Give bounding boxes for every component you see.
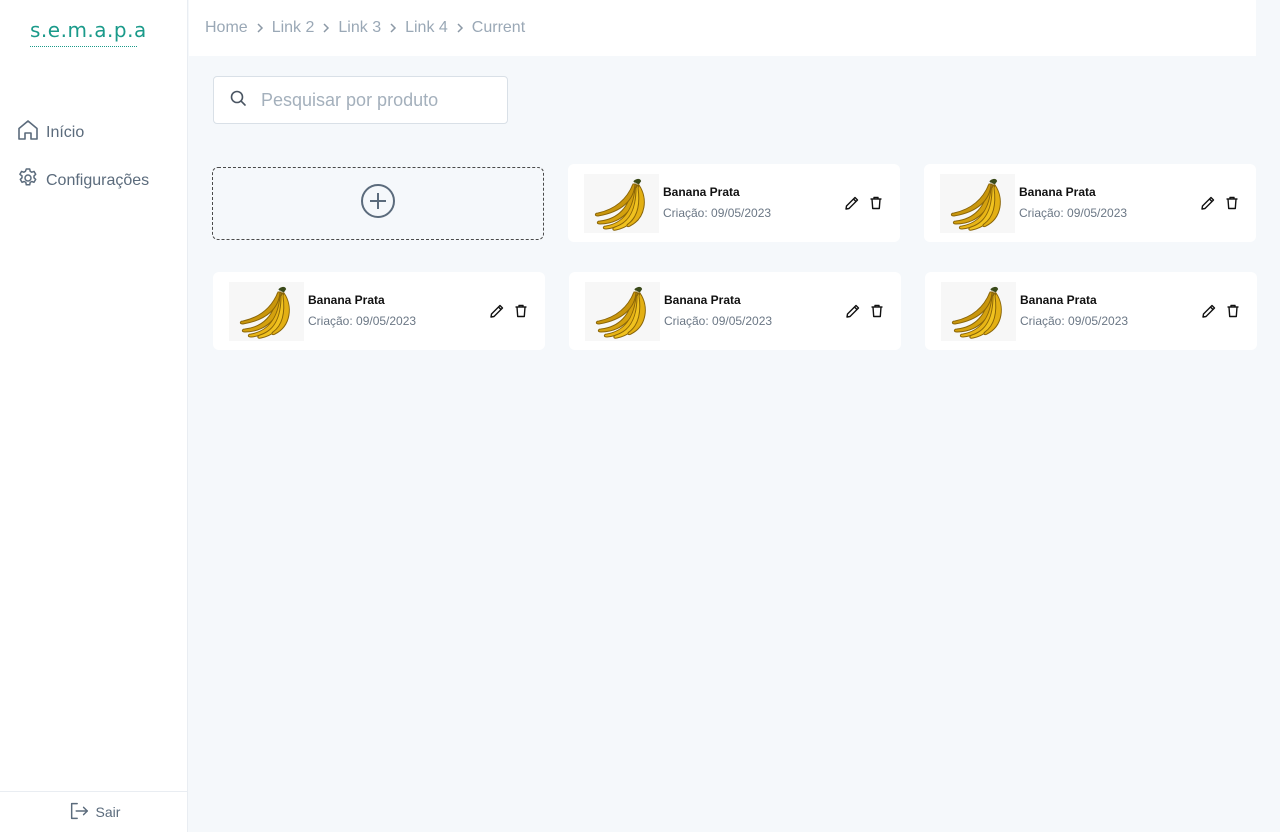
product-name: Banana Prata (663, 185, 740, 199)
search-icon (214, 89, 247, 112)
chevron-right-icon (383, 18, 403, 38)
delete-button[interactable] (512, 302, 530, 320)
product-image (229, 282, 304, 341)
trash-icon (870, 196, 882, 210)
trash-icon (1227, 304, 1239, 318)
product-date: Criação: 09/05/2023 (663, 206, 772, 220)
topbar: Home Link 2 Link 3 Link 4 Current (189, 0, 1256, 56)
logout-label: Sair (95, 804, 121, 820)
product-image (941, 282, 1016, 341)
product-name: Banana Prata (308, 293, 385, 307)
product-date: Criação: 09/05/2023 (664, 314, 773, 328)
delete-button[interactable] (867, 194, 885, 212)
product-card[interactable]: Banana Prata Criação: 09/05/2023 (213, 272, 545, 350)
product-name: Banana Prata (1020, 293, 1097, 307)
edit-button[interactable] (1200, 302, 1218, 320)
logout-button[interactable]: Sair (0, 791, 188, 832)
product-image (940, 174, 1015, 233)
product-date: Criação: 09/05/2023 (1019, 206, 1128, 220)
product-card[interactable]: Banana Prata Criação: 09/05/2023 (924, 164, 1256, 242)
breadcrumb-link-2[interactable]: Link 2 (272, 19, 315, 37)
pencil-icon (1201, 196, 1215, 210)
search-box[interactable] (213, 76, 508, 124)
home-icon (16, 118, 40, 147)
delete-button[interactable] (1223, 194, 1241, 212)
product-name: Banana Prata (1019, 185, 1096, 199)
sidebar-item-label: Início (46, 123, 85, 141)
sidebar-item-configuracoes[interactable]: Configurações (16, 166, 149, 195)
sidebar: s.e.m.a.p.a Início Configurações Sair (0, 0, 188, 832)
chevron-right-icon (450, 18, 470, 38)
product-card[interactable]: Banana Prata Criação: 09/05/2023 (569, 272, 901, 350)
logo[interactable]: s.e.m.a.p.a (30, 18, 147, 54)
trash-icon (515, 304, 527, 318)
trash-icon (871, 304, 883, 318)
edit-button[interactable] (1199, 194, 1217, 212)
edit-button[interactable] (843, 194, 861, 212)
pencil-icon (490, 304, 504, 318)
product-name: Banana Prata (664, 293, 741, 307)
logo-tagline (30, 46, 137, 48)
sidebar-item-label: Configurações (46, 171, 150, 189)
breadcrumb: Home Link 2 Link 3 Link 4 Current (205, 18, 525, 38)
chevron-right-icon (250, 18, 270, 38)
product-image (585, 282, 660, 341)
product-card[interactable]: Banana Prata Criação: 09/05/2023 (568, 164, 900, 242)
breadcrumb-home[interactable]: Home (205, 19, 248, 37)
add-product-button[interactable] (212, 167, 544, 240)
delete-button[interactable] (868, 302, 886, 320)
breadcrumb-link-4[interactable]: Link 4 (405, 19, 448, 37)
product-date: Criação: 09/05/2023 (308, 314, 417, 328)
sidebar-item-inicio[interactable]: Início (16, 118, 84, 147)
edit-button[interactable] (844, 302, 862, 320)
breadcrumb-current: Current (471, 19, 526, 36)
logout-icon (68, 800, 90, 825)
trash-icon (1226, 196, 1238, 210)
delete-button[interactable] (1224, 302, 1242, 320)
edit-button[interactable] (488, 302, 506, 320)
chevron-right-icon (316, 18, 336, 38)
search-input[interactable] (261, 89, 491, 111)
logo-text: s.e.m.a.p.a (30, 18, 147, 42)
product-image (584, 174, 659, 233)
pencil-icon (1202, 304, 1216, 318)
product-date: Criação: 09/05/2023 (1020, 314, 1129, 328)
plus-circle-icon (360, 183, 396, 224)
pencil-icon (845, 196, 859, 210)
breadcrumb-link-3[interactable]: Link 3 (338, 19, 381, 37)
gear-icon (16, 166, 40, 195)
product-card[interactable]: Banana Prata Criação: 09/05/2023 (925, 272, 1257, 350)
pencil-icon (846, 304, 860, 318)
